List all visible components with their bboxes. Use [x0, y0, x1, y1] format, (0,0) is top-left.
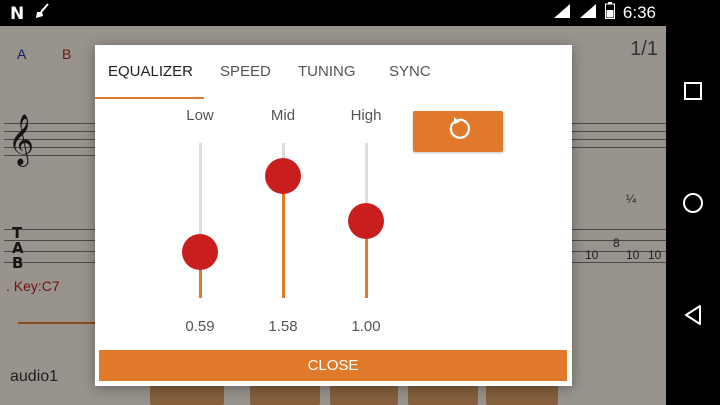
- equalizer-dialog: EQUALIZER SPEED TUNING SYNC Low 0.59 Mid…: [95, 45, 572, 386]
- tab-tuning[interactable]: TUNING: [298, 63, 356, 80]
- wifi-icon: [553, 3, 571, 24]
- battery-icon: [604, 2, 615, 24]
- tab-speed[interactable]: SPEED: [220, 63, 271, 80]
- band-value-high: 1.00: [351, 318, 381, 335]
- band-value-low: 0.59: [185, 318, 215, 335]
- eq-slider-thumb-low[interactable]: [182, 233, 218, 270]
- recents-icon[interactable]: [678, 76, 708, 106]
- navigation-bar: [666, 0, 720, 405]
- n-notification-icon: N: [10, 3, 25, 24]
- eq-slider-thumb-mid[interactable]: [265, 157, 301, 194]
- eq-slider-fill: [282, 175, 285, 298]
- signal-icon: [579, 3, 597, 24]
- active-tab-indicator: [95, 97, 204, 99]
- eq-slider-thumb-high[interactable]: [348, 202, 384, 239]
- clock: 6:36: [622, 3, 656, 22]
- reset-button[interactable]: [413, 111, 503, 152]
- band-label-mid: Mid: [270, 107, 296, 124]
- close-button[interactable]: CLOSE: [99, 350, 567, 381]
- reset-rotate-icon: [445, 116, 471, 147]
- tab-equalizer[interactable]: EQUALIZER: [108, 63, 193, 80]
- band-value-mid: 1.58: [268, 318, 298, 335]
- tab-sync[interactable]: SYNC: [389, 63, 431, 80]
- dialog-tabs: EQUALIZER SPEED TUNING SYNC: [95, 45, 572, 99]
- back-icon[interactable]: [678, 300, 708, 330]
- status-bar: N 6:36: [0, 0, 666, 26]
- broom-icon: [34, 3, 50, 24]
- home-icon[interactable]: [678, 188, 708, 218]
- band-label-low: Low: [186, 107, 214, 124]
- band-label-high: High: [350, 107, 382, 124]
